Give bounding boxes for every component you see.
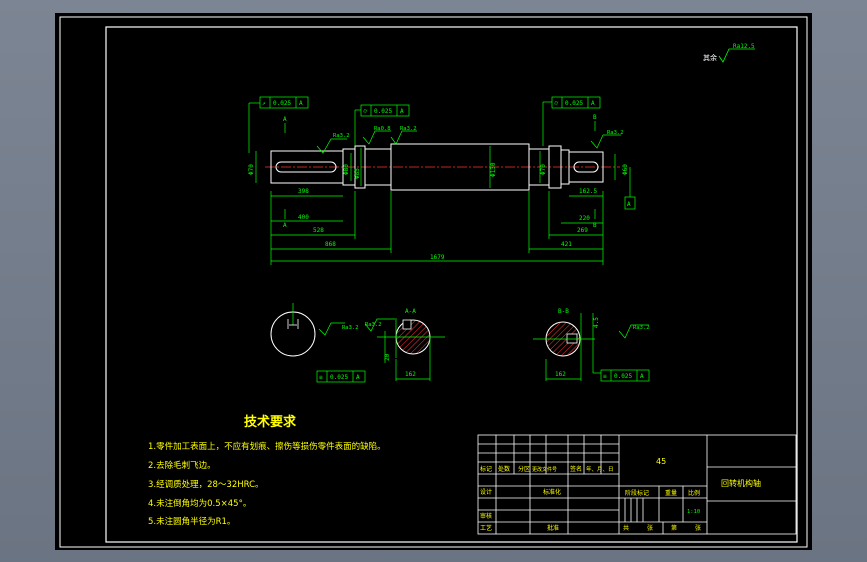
roughness-note-value: Ra12.5 <box>733 43 755 50</box>
gdt-frame-top-mid: ⌭ 0.025 A <box>360 104 410 117</box>
dim-dia-left-shoulder: Φ80 <box>343 164 350 175</box>
tb-weight: 重量 <box>665 489 677 497</box>
technical-requirements: 技术要求 1.零件加工表面上，不应有划痕、擦伤等损伤零件表面的缺陷。 2.去除毛… <box>148 414 386 527</box>
requirement-2: 2.去除毛刺飞边。 <box>148 460 216 471</box>
tb-label-mark: 标记 <box>480 465 492 473</box>
tb-ratio: 比例 <box>688 489 700 497</box>
dim-400: 400 <box>298 214 309 221</box>
dim-162-5: 162.5 <box>579 188 597 195</box>
dim-269: 269 <box>577 227 588 234</box>
gdt-frame-section-a: ≡ 0.025 A <box>316 370 366 383</box>
tb-designer: 设计 <box>480 488 492 496</box>
roughness-3: Ra3.2 <box>400 126 417 132</box>
tb-stage-mark: 阶段标记 <box>625 489 649 497</box>
section-a-width: 20 <box>384 353 391 361</box>
section-mark-a-top: A <box>283 116 287 123</box>
svg-text:A: A <box>400 108 404 115</box>
gdt-frame-top-left: ↗ 0.025 A <box>259 96 309 109</box>
section-b-depth: 162 <box>555 371 566 378</box>
tb-process: 工艺 <box>480 524 492 532</box>
roughness-1: Ra3.2 <box>333 133 350 139</box>
dim-dia-right-end: Φ60 <box>622 164 629 175</box>
section-mark-b-top: B <box>593 114 597 121</box>
tb-part-name: 回转机构轴 <box>721 478 761 488</box>
svg-text:0.025: 0.025 <box>374 108 392 115</box>
section-b-width: 4.5 <box>593 317 600 328</box>
dim-dia-center: Φ130 <box>490 162 497 177</box>
requirement-5: 5.未注圆角半径为R1。 <box>148 516 235 527</box>
dim-overall-length: 1679 <box>430 254 445 261</box>
tb-total: 共 <box>623 524 629 532</box>
gdt-frame-top-right: ⌭ 0.025 A <box>551 96 601 109</box>
tb-page: 第 <box>671 524 677 532</box>
roughness-4: Ra3.2 <box>607 130 624 136</box>
end-view-roughness: Ra3.2 <box>342 325 359 331</box>
svg-text:A: A <box>591 100 595 107</box>
svg-text:0.025: 0.025 <box>614 373 632 380</box>
requirement-4: 4.未注倒角均为0.5×45°。 <box>148 498 251 509</box>
svg-text:≡: ≡ <box>319 374 323 381</box>
section-mark-a-bottom: A <box>283 222 287 229</box>
section-b-label: B-B <box>558 308 569 315</box>
tb-label-date: 年、月、日 <box>586 465 614 473</box>
title-block: 标记 处数 分区 更改文件号 签名 年、月、日 设计 标准化 审核 工艺 批准 … <box>477 434 797 535</box>
dim-528: 528 <box>313 227 324 234</box>
tb-sheet: 张 <box>647 524 653 532</box>
svg-text:A: A <box>640 373 644 380</box>
dim-dia-mid1: Φ85 <box>354 168 361 179</box>
section-a-roughness: Ra3.2 <box>365 322 382 328</box>
tb-standardized: 标准化 <box>543 488 561 496</box>
section-b-b: B-B Ra3.2 162 4.5 ≡ 0.025 A <box>533 308 650 382</box>
section-a-depth: 162 <box>405 371 416 378</box>
svg-text:0.025: 0.025 <box>330 374 348 381</box>
roughness-2: Ra0.8 <box>374 126 391 132</box>
dim-dia-right1: Φ70 <box>540 164 547 175</box>
tb-label-zone: 分区 <box>518 465 530 473</box>
svg-text:⌭: ⌭ <box>554 100 559 107</box>
datum-a-box: A <box>627 201 631 208</box>
svg-text:0.025: 0.025 <box>565 100 583 107</box>
dim-220: 220 <box>579 215 590 222</box>
dim-dia-left-end: Φ70 <box>248 164 255 175</box>
shaft-front-view: 1679 868 528 400 398 421 269 220 162.5 Φ… <box>248 96 636 265</box>
dim-868: 868 <box>325 241 336 248</box>
section-b-roughness: Ra3.2 <box>633 325 650 331</box>
cad-viewport[interactable]: 其余 Ra12.5 1679 868 528 400 398 421 269 2… <box>55 13 812 550</box>
engineering-drawing: 其余 Ra12.5 1679 868 528 400 398 421 269 2… <box>59 16 808 548</box>
section-a-a: A-A Ra3.2 162 20 ≡ 0.025 A <box>316 308 445 383</box>
tb-page-end: 张 <box>695 524 701 532</box>
tb-label-count: 处数 <box>498 465 510 473</box>
svg-text:≡: ≡ <box>603 373 607 380</box>
dim-421: 421 <box>561 241 572 248</box>
svg-text:A: A <box>299 100 303 107</box>
section-mark-b-bottom: B <box>593 222 597 229</box>
tb-label-change-doc: 更改文件号 <box>532 466 557 473</box>
tb-reviewer: 审核 <box>480 512 492 520</box>
svg-text:A: A <box>356 374 360 381</box>
tb-label-sign: 签名 <box>570 465 582 473</box>
tb-scale: 1:10 <box>687 509 700 515</box>
svg-text:0.025: 0.025 <box>273 100 291 107</box>
requirement-3: 3.经调质处理，28～32HRC。 <box>148 479 264 490</box>
roughness-note-label: 其余 <box>703 53 717 62</box>
svg-text:⌭: ⌭ <box>363 108 368 115</box>
general-roughness-note: 其余 Ra12.5 <box>703 43 755 63</box>
dim-398: 398 <box>298 188 309 195</box>
requirement-1: 1.零件加工表面上，不应有划痕、擦伤等损伤零件表面的缺陷。 <box>148 441 386 452</box>
tb-material: 45 <box>656 457 666 466</box>
left-end-view: Ra3.2 <box>270 303 359 357</box>
tech-title: 技术要求 <box>244 414 297 430</box>
tb-approve: 批准 <box>547 524 559 532</box>
section-a-label: A-A <box>405 308 416 315</box>
svg-text:↗: ↗ <box>262 100 266 107</box>
gdt-frame-section-b: ≡ 0.025 A <box>600 369 650 382</box>
